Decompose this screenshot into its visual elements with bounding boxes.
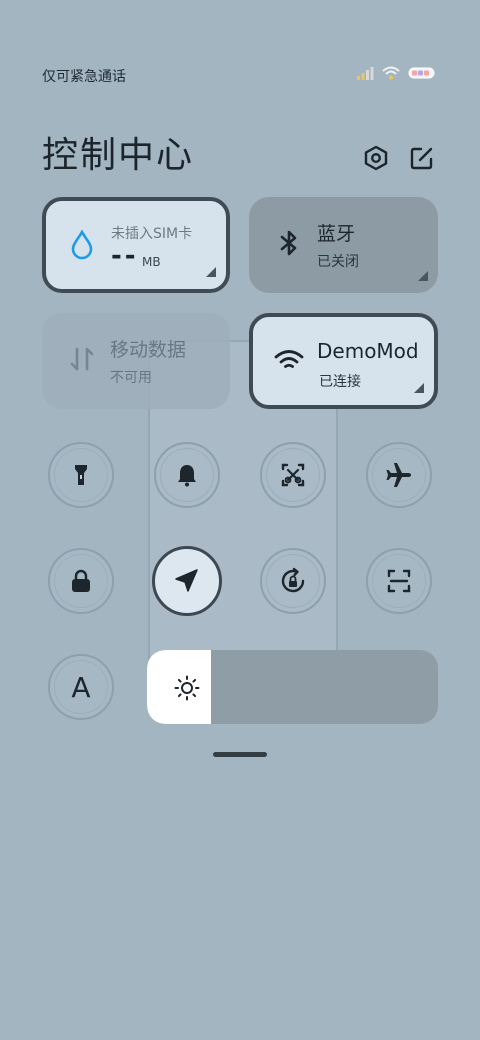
scan-toggle[interactable] (366, 548, 432, 614)
mobile-data-status: 不可用 (110, 370, 152, 386)
page-title: 控制中心 (42, 135, 195, 176)
wifi-network-name: DemoMod (317, 339, 419, 363)
location-arrow-icon (175, 569, 198, 592)
rotation-lock-toggle[interactable] (260, 548, 326, 614)
wifi-tile[interactable]: DemoMod 已连接 (249, 313, 438, 409)
airplane-toggle[interactable] (366, 442, 432, 508)
data-usage-tile[interactable]: 未插入SIM卡 -- MB (42, 197, 230, 293)
flashlight-toggle[interactable] (48, 442, 114, 508)
data-usage-unit: MB (142, 255, 161, 269)
silent-toggle[interactable] (154, 442, 220, 508)
mobile-data-label: 移动数据 (110, 339, 187, 361)
water-drop-icon (71, 229, 93, 260)
expand-corner-icon (206, 267, 216, 277)
expand-corner-icon (418, 271, 428, 281)
wifi-icon (382, 66, 400, 80)
edit-button[interactable] (408, 144, 436, 172)
bluetooth-tile[interactable]: 蓝牙 已关闭 (249, 197, 438, 293)
expand-corner-icon (414, 383, 424, 393)
mobile-data-tile[interactable]: 移动数据 不可用 (42, 313, 230, 409)
auto-brightness-toggle[interactable]: A (48, 654, 114, 720)
control-center-screen: 仅可紧急通话 控制中心 未插入SIM卡 -- MB 蓝牙 已关闭 移动数据 不可… (0, 0, 480, 1040)
sim-status-label: 未插入SIM卡 (111, 226, 193, 242)
location-toggle[interactable] (152, 546, 222, 616)
screenshot-toggle[interactable] (260, 442, 326, 508)
status-icons (356, 66, 436, 80)
wifi-icon (274, 350, 304, 368)
brightness-slider[interactable] (147, 650, 438, 724)
bluetooth-label: 蓝牙 (317, 223, 356, 245)
signal-icon (357, 67, 374, 80)
settings-button[interactable] (362, 144, 390, 172)
wifi-status: 已连接 (319, 374, 361, 390)
battery-icon (408, 67, 435, 79)
bluetooth-icon (280, 230, 297, 256)
sun-icon (174, 675, 200, 701)
settings-hexagon-icon (364, 145, 388, 171)
data-usage-value: -- (111, 241, 139, 271)
home-indicator[interactable] (213, 752, 267, 757)
bluetooth-status: 已关闭 (317, 254, 359, 270)
lock-toggle[interactable] (48, 548, 114, 614)
carrier-status: 仅可紧急通话 (42, 69, 126, 85)
mobile-data-icon (70, 347, 94, 371)
edit-icon (410, 147, 433, 170)
